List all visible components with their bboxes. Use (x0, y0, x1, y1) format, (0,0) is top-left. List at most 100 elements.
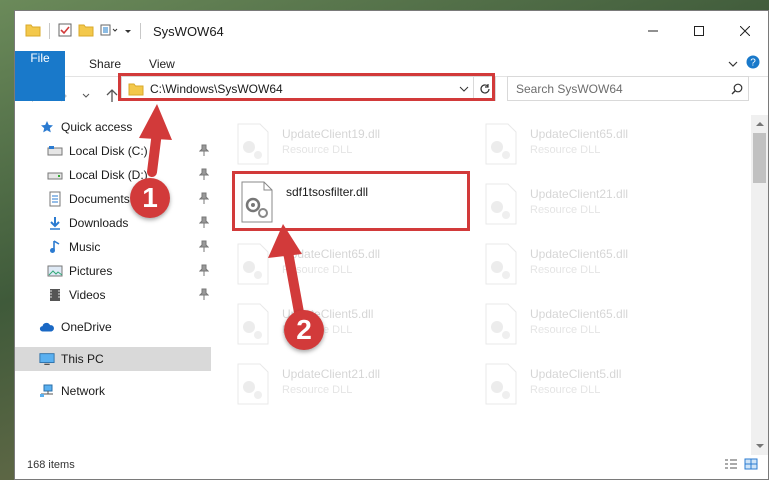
download-icon (47, 215, 63, 231)
file-type: Resource DLL (282, 264, 353, 276)
search-input[interactable] (516, 78, 726, 99)
arrow-up-icon (106, 89, 118, 102)
videos-icon (47, 287, 63, 303)
star-icon (39, 119, 55, 135)
sidebar-item-label: Local Disk (D:) (69, 168, 148, 182)
scrollbar-thumb[interactable] (753, 133, 766, 183)
sidebar-item-this-pc[interactable]: This PC (15, 347, 211, 371)
recent-locations-button[interactable] (75, 85, 97, 107)
search-box[interactable] (507, 76, 749, 101)
title-bar: SysWOW64 (15, 11, 768, 51)
maximize-icon (694, 26, 704, 36)
close-button[interactable] (722, 11, 768, 51)
list-item[interactable]: UpdateClient65.dll Resource DLL (468, 241, 708, 291)
pin-icon[interactable] (198, 240, 210, 255)
navigation-pane: Quick access Local Disk (C:) Local Disk … (15, 115, 211, 455)
list-item[interactable]: UpdateClient5.dllResource DLL (468, 361, 708, 411)
expand-ribbon-icon[interactable] (728, 57, 738, 71)
folder-icon (25, 23, 41, 40)
dll-file-icon (236, 363, 274, 407)
chevron-down-icon[interactable] (124, 24, 132, 38)
file-type: Resource DLL (530, 204, 601, 216)
maximize-button[interactable] (676, 11, 722, 51)
pictures-icon (47, 263, 63, 279)
scroll-up-button[interactable] (751, 115, 768, 132)
vertical-scrollbar[interactable] (751, 115, 768, 455)
dll-file-icon (484, 363, 522, 407)
file-type: Resource DLL (530, 324, 601, 336)
pin-icon[interactable] (198, 168, 210, 183)
tab-file[interactable]: File (15, 51, 65, 101)
file-type: Resource DLL (530, 384, 601, 396)
sidebar-item-label: Documents (69, 192, 130, 206)
help-icon[interactable]: ? (746, 55, 760, 72)
list-item[interactable]: UpdateClient21.dll Resource DLL (468, 181, 708, 231)
toolbar-divider (140, 23, 141, 39)
computer-icon (39, 351, 55, 367)
minimize-icon (648, 30, 658, 32)
sidebar-item-quick-access[interactable]: Quick access (15, 115, 211, 139)
pin-icon[interactable] (198, 288, 210, 303)
file-name: UpdateClient21.dll (282, 367, 381, 381)
list-item[interactable]: UpdateClient65.dll Resource DLL (468, 301, 708, 351)
pin-icon[interactable] (198, 216, 210, 231)
pin-icon[interactable] (198, 264, 210, 279)
sidebar-item-label: Local Disk (C:) (69, 144, 148, 158)
sidebar-item-label: Quick access (61, 120, 133, 134)
sidebar-item-onedrive[interactable]: OneDrive (15, 315, 211, 339)
dll-file-icon (484, 183, 522, 227)
chevron-down-icon (82, 93, 90, 98)
properties-icon[interactable] (58, 23, 72, 40)
sidebar-item-network[interactable]: Network (15, 379, 211, 403)
list-item[interactable]: UpdateClient21.dll Resource DLL (220, 361, 460, 411)
step-1-badge: 1 (130, 178, 170, 218)
network-icon (39, 383, 55, 399)
dll-file-icon (484, 243, 522, 287)
window-controls (630, 11, 768, 51)
window-title: SysWOW64 (153, 23, 224, 39)
dll-file-icon (236, 303, 274, 347)
new-folder-icon[interactable] (78, 23, 94, 40)
sidebar-item-videos[interactable]: Videos (15, 283, 211, 307)
list-item[interactable]: UpdateClient5.dllResource DLL (220, 301, 460, 351)
sidebar-item-pictures[interactable]: Pictures (15, 259, 211, 283)
file-list: UpdateClient19.dll Resource DLL sdf1tsosf… (220, 115, 743, 455)
drive-icon (47, 143, 63, 159)
sidebar-item-label: OneDrive (61, 320, 112, 334)
dll-file-icon (484, 123, 522, 167)
large-icons-view-icon[interactable] (744, 458, 758, 473)
list-item[interactable]: UpdateClient65.dll Resource DLL (468, 121, 708, 171)
file-type: Resource DLL (282, 384, 353, 396)
search-icon[interactable] (726, 83, 748, 95)
sidebar-item-documents[interactable]: Documents (15, 187, 211, 211)
file-highlight (232, 171, 470, 231)
sidebar-item-label: Music (69, 240, 101, 254)
sidebar-item-local-disk-c[interactable]: Local Disk (C:) (15, 139, 211, 163)
quick-access-toolbar (15, 23, 143, 40)
ribbon-extras: ? (728, 51, 768, 76)
sidebar-item-label: This PC (61, 352, 104, 366)
svg-text:?: ? (750, 58, 756, 69)
chevron-down-icon (755, 444, 764, 448)
pin-icon[interactable] (198, 144, 210, 159)
drive-icon (47, 167, 63, 183)
minimize-button[interactable] (630, 11, 676, 51)
sidebar-item-local-disk-d[interactable]: Local Disk (D:) (15, 163, 211, 187)
sidebar-item-downloads[interactable]: Downloads (15, 211, 211, 235)
item-count: 168 items (27, 459, 75, 471)
cloud-icon (39, 319, 55, 335)
file-name: UpdateClient65.dll (530, 247, 629, 261)
address-highlight (118, 73, 495, 101)
file-type: Resource DLL (530, 264, 601, 276)
status-bar: 168 items (15, 451, 768, 479)
list-item[interactable]: UpdateClient19.dll Resource DLL (220, 121, 460, 171)
list-item[interactable]: UpdateClient65.dll Resource DLL (220, 241, 460, 291)
chevron-up-icon (755, 122, 764, 126)
customize-icon[interactable] (100, 23, 118, 40)
file-type: Resource DLL (282, 144, 353, 156)
sidebar-item-music[interactable]: Music (15, 235, 211, 259)
dll-file-icon (236, 243, 274, 287)
pin-icon[interactable] (198, 192, 210, 207)
details-view-icon[interactable] (724, 458, 738, 473)
